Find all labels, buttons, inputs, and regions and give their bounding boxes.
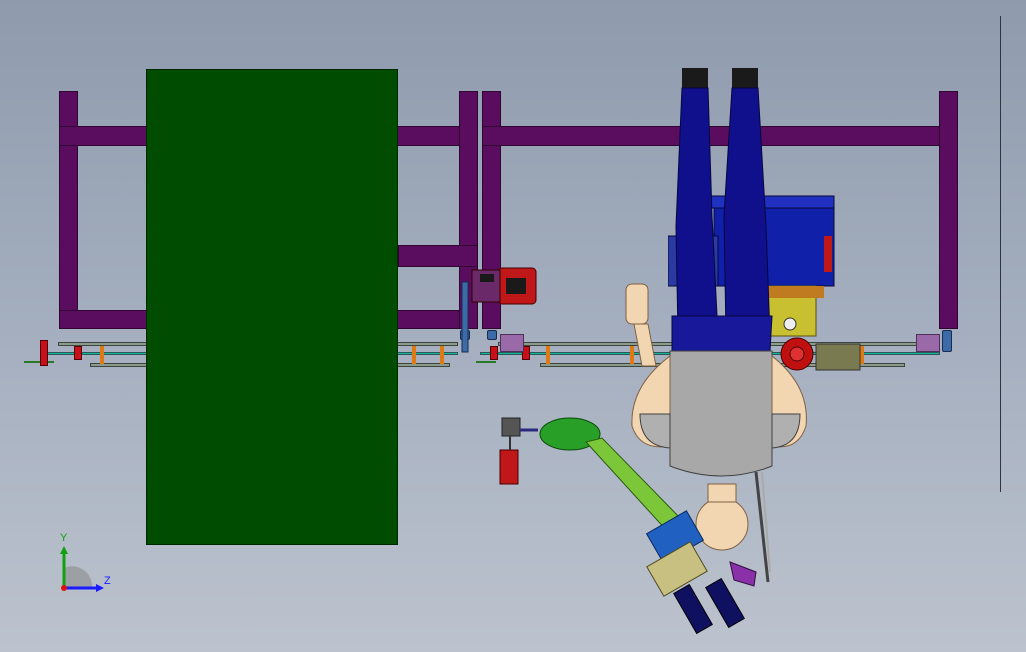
bracket-purple-right [916, 334, 940, 352]
post-4 [546, 346, 550, 364]
axis-label-y: Y [60, 532, 68, 544]
robot-arm [499, 417, 771, 635]
axis-label-z: Z [104, 575, 111, 587]
frame-right-post [939, 91, 958, 329]
motor-assembly [461, 267, 537, 353]
post-2 [412, 346, 416, 364]
foot-right [942, 330, 952, 352]
clamp-left-a [74, 346, 82, 360]
post-1 [100, 346, 104, 364]
post-3 [440, 346, 444, 364]
cad-viewport[interactable]: Y Z [0, 0, 1026, 652]
green-panel [146, 69, 398, 545]
clamp-left-end [40, 340, 48, 366]
viewport-divider [1000, 16, 1001, 492]
coordinate-triad [60, 546, 104, 592]
rail-stub-left [24, 361, 54, 363]
